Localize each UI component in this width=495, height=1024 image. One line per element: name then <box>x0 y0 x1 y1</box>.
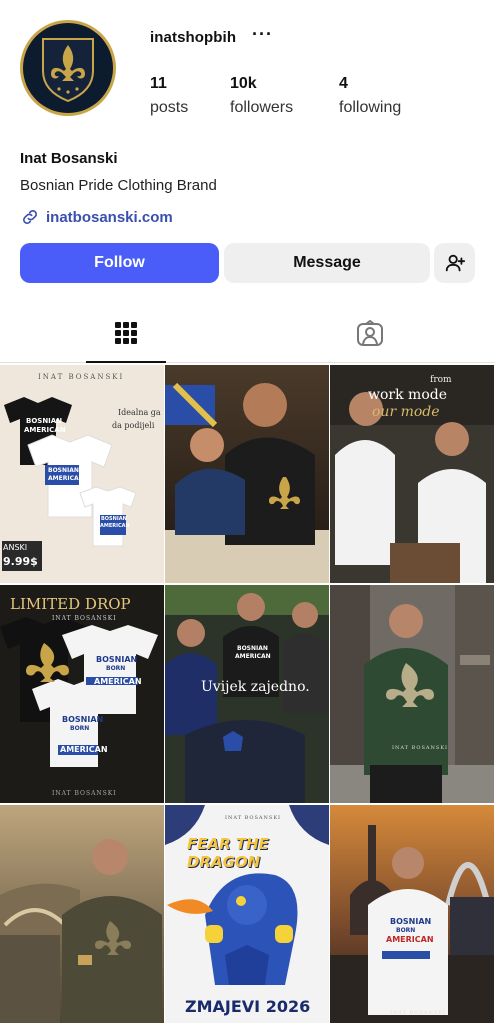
username: inatshopbih <box>150 29 237 46</box>
more-icon[interactable]: ··· <box>252 24 273 45</box>
followers-count: 10k <box>230 75 257 92</box>
post-4-shirt-1-line-2: BORN <box>106 665 126 672</box>
post-1[interactable]: INAT BOSANSKI Idealna ga da podijeli ANS… <box>0 365 164 583</box>
post-5-shirt-line-1: BOSNIAN <box>237 645 268 652</box>
add-user-button[interactable] <box>434 243 475 283</box>
post-9-image <box>330 805 494 1023</box>
post-4-shirt-2-line-2: BORN <box>70 725 90 732</box>
posts-label: posts <box>150 99 189 116</box>
post-4-shirt-2-line-1: BOSNIAN <box>62 715 104 724</box>
post-5[interactable]: Uvijek zajedno. BOSNIAN AMERICAN <box>165 585 329 803</box>
post-4-footer: INAT BOSANSKI <box>52 790 117 797</box>
post-9-shirt-line-1: BOSNIAN <box>390 917 432 926</box>
add-user-icon <box>445 254 465 272</box>
post-9-brand: INAT BOSANSKI <box>390 1010 447 1016</box>
followers-label: followers <box>230 99 294 116</box>
post-8[interactable]: FEAR THE DRAGON ZMAJEVI 2026 INAT BOSANS… <box>165 805 329 1023</box>
fleur-de-lis-icon <box>42 38 94 103</box>
post-1-shirt-2-line-2: AMERICAN <box>48 475 84 482</box>
avatar[interactable] <box>20 20 116 116</box>
post-5-caption: Uvijek zajedno. <box>201 679 310 695</box>
post-1-shirt-3-line-1: BOSNIAN <box>101 516 127 522</box>
posts-grid: INAT BOSANSKI Idealna ga da podijeli ANS… <box>0 365 495 1024</box>
post-1-brand: INAT BOSANSKI <box>38 373 125 381</box>
grid-icon <box>115 322 137 344</box>
profile-link-text: inatbosanski.com <box>46 208 173 226</box>
post-4-shirt-1-line-3: AMERICAN <box>94 677 142 686</box>
post-4-shirt-2-line-3: AMERICAN <box>60 745 108 754</box>
post-9-shirt-line-2: BORN <box>396 927 416 934</box>
post-3-text-2: work mode <box>368 387 447 403</box>
post-1-price: 9.99$ <box>3 555 38 568</box>
post-1-shirt-1-line-1: BOSNIAN <box>26 417 63 425</box>
post-8-subtitle: ZMAJEVI 2026 <box>185 997 311 1016</box>
post-9-shirt-line-3: AMERICAN <box>386 935 434 944</box>
stat-posts: 11 posts <box>150 75 188 117</box>
stat-followers[interactable]: 10k followers <box>230 75 293 117</box>
post-4-shirt-1-line-1: BOSNIAN <box>96 655 138 664</box>
post-8-brand: INAT BOSANSKI <box>225 815 282 821</box>
bio-text: Bosnian Pride Clothing Brand <box>20 177 217 194</box>
post-2-image <box>165 365 329 583</box>
following-label: following <box>339 99 402 116</box>
post-3[interactable]: from work mode our mode <box>330 365 494 583</box>
tab-tagged[interactable] <box>330 305 410 363</box>
stat-following[interactable]: 4 following <box>339 75 401 117</box>
post-8-title: FEAR THE DRAGON <box>187 835 269 871</box>
tagged-icon <box>357 320 383 346</box>
profile-link[interactable]: inatbosanski.com <box>20 207 173 227</box>
following-count: 4 <box>339 75 348 92</box>
post-4-brand: INAT BOSANSKI <box>52 615 117 622</box>
post-3-text-3: our mode <box>372 404 440 420</box>
posts-count: 11 <box>150 75 167 92</box>
post-3-text-1: from <box>430 375 452 385</box>
post-1-shirt-2-line-1: BOSNIAN <box>48 467 79 474</box>
post-4-title: LIMITED DROP <box>10 595 131 613</box>
message-button[interactable]: Message <box>224 243 430 283</box>
post-1-tag: ANSKI <box>3 543 28 552</box>
post-1-shirt-1-line-2: AMERICAN <box>24 426 66 434</box>
post-9[interactable]: BOSNIAN BORN AMERICAN INAT BOSANSKI <box>330 805 494 1023</box>
tab-posts[interactable] <box>86 305 166 363</box>
avatar-image <box>23 23 113 113</box>
post-4[interactable]: LIMITED DROP INAT BOSANSKI BOSNIAN BORN … <box>0 585 164 803</box>
post-1-caption-1: Idealna ga <box>118 408 161 417</box>
post-6-image <box>330 585 494 803</box>
profile-header: inatshopbih ··· 11 posts 10k followers 4… <box>0 0 495 150</box>
post-6-brand: INAT BOSANSKI <box>392 745 449 751</box>
post-7[interactable] <box>0 805 164 1023</box>
display-name: Inat Bosanski <box>20 150 118 167</box>
post-2[interactable] <box>165 365 329 583</box>
post-1-shirt-3-line-2: AMERICAN <box>100 523 130 529</box>
post-7-image <box>0 805 164 1023</box>
post-5-shirt-line-2: AMERICAN <box>235 653 271 660</box>
post-6[interactable]: INAT BOSANSKI <box>330 585 494 803</box>
post-1-caption-2: da podijeli <box>112 421 155 430</box>
profile-tabs <box>0 305 495 363</box>
link-icon <box>23 210 37 224</box>
follow-button[interactable]: Follow <box>20 243 219 283</box>
